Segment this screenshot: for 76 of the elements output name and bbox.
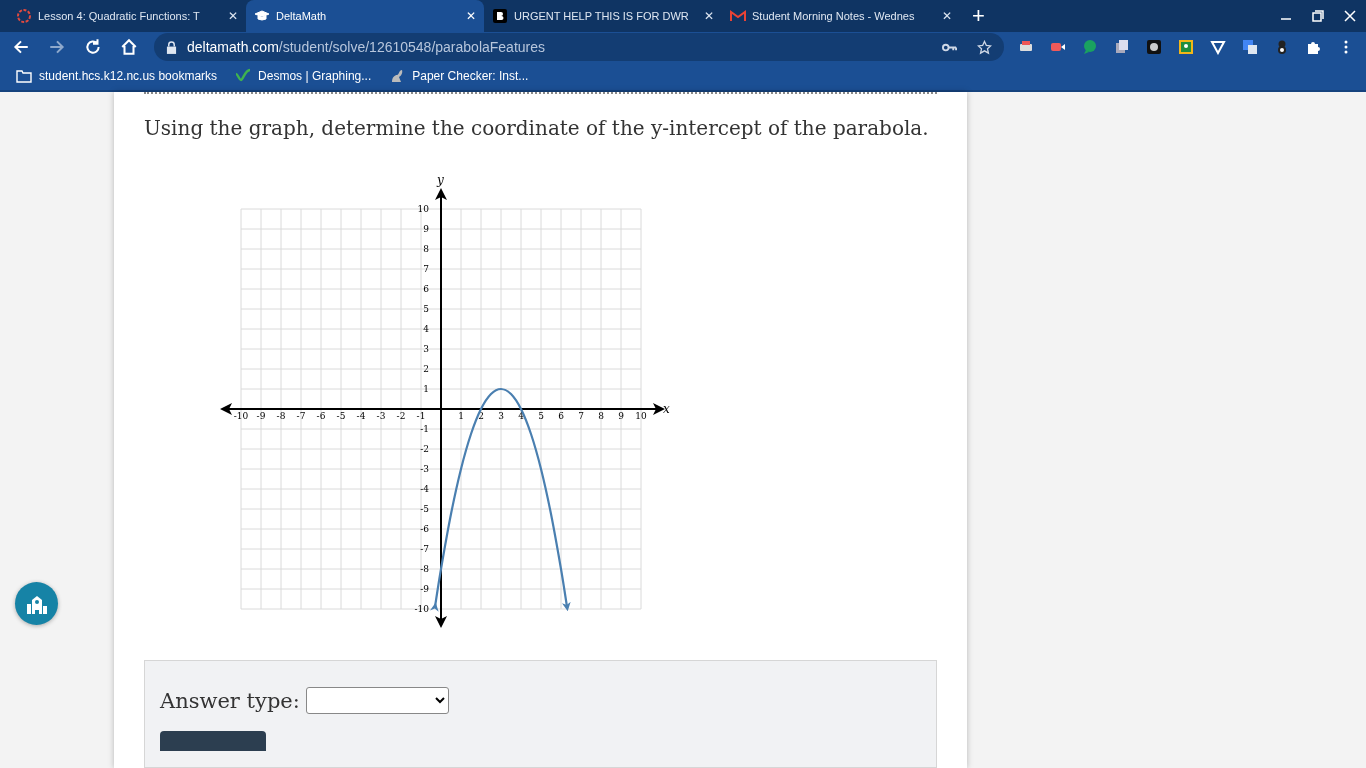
puzzle-icon[interactable] [1306, 39, 1322, 56]
letter-b-icon [492, 8, 508, 24]
x-tick-label: -4 [356, 411, 366, 421]
x-axis-label: x [663, 402, 670, 416]
lock-icon [166, 40, 177, 54]
y-tick-label: -8 [420, 564, 429, 574]
star-icon[interactable] [977, 39, 992, 55]
x-tick-label: 9 [618, 411, 624, 421]
x-tick-label: -2 [396, 411, 406, 421]
y-tick-label: 5 [423, 304, 429, 314]
y-tick-label: 2 [423, 364, 429, 374]
y-tick-label: 6 [423, 284, 429, 294]
home-icon[interactable] [120, 38, 138, 57]
x-tick-label: -5 [336, 411, 346, 421]
x-tick-label: 7 [578, 411, 584, 421]
new-tab-button[interactable]: + [972, 3, 985, 29]
close-tab-button[interactable]: ✕ [704, 9, 714, 23]
bookmark[interactable]: student.hcs.k12.nc.us bookmarks [16, 68, 218, 85]
x-tick-label: 10 [635, 411, 647, 421]
y-tick-label: 7 [423, 264, 429, 274]
x-tick-label: -1 [416, 411, 426, 421]
y-tick-label: -2 [420, 444, 429, 454]
answer-type-label: Answer type: [160, 688, 300, 713]
y-tick-label: -1 [420, 424, 429, 434]
close-tab-button[interactable]: ✕ [466, 9, 476, 23]
answer-type-dropdown[interactable] [305, 687, 449, 714]
bookmark[interactable]: Paper Checker: Inst... [389, 68, 529, 85]
image-icon[interactable] [1178, 39, 1194, 56]
question-text: Using the graph, determine the coordinate of the y-intercept of the parabola. [144, 116, 930, 140]
y-tick-label: 4 [423, 324, 429, 334]
x-tick-label: -7 [296, 411, 306, 421]
x-tick-label: 4 [518, 411, 524, 421]
y-tick-label: -7 [420, 544, 429, 554]
y-tick-label: -3 [420, 464, 429, 474]
x-tick-label: 8 [598, 411, 604, 421]
y-tick-label: 3 [423, 344, 429, 354]
mail-icon [730, 8, 746, 24]
graduation-cap-icon [254, 8, 270, 24]
browser-tab[interactable]: Student Morning Notes - Wednes ✕ [722, 0, 960, 32]
x-tick-label: -9 [256, 411, 266, 421]
x-tick-label: 6 [558, 411, 564, 421]
close-tab-button[interactable]: ✕ [942, 9, 952, 23]
y-tick-label: -10 [414, 604, 429, 614]
school-building-button[interactable] [15, 582, 58, 625]
y-tick-label: -5 [420, 504, 429, 514]
x-tick-label: -10 [233, 411, 249, 421]
browser-tab[interactable]: URGENT HELP THIS IS FOR DWR ✕ [484, 0, 722, 32]
copy-icon[interactable] [1114, 39, 1130, 56]
close-icon[interactable] [1344, 10, 1356, 22]
x-tick-label: -6 [316, 411, 326, 421]
y-tick-label: 9 [423, 224, 429, 234]
y-tick-label: -6 [420, 524, 429, 534]
y-tick-label: 1 [423, 384, 429, 394]
bookmark[interactable]: Desmos | Graphing... [235, 68, 372, 85]
translate-icon[interactable] [1242, 39, 1258, 56]
x-tick-label: -8 [276, 411, 286, 421]
close-tab-button[interactable]: ✕ [228, 9, 238, 23]
ring-icon [16, 8, 32, 24]
y-tick-label: 10 [417, 204, 429, 214]
y-tick-label: 8 [423, 244, 429, 254]
x-tick-label: -3 [376, 411, 386, 421]
y-tick-label: -9 [420, 584, 429, 594]
building-icon [25, 593, 48, 614]
x-tick-label: 5 [538, 411, 544, 421]
dark-square-icon[interactable] [1146, 39, 1162, 56]
x-tick-label: 3 [498, 411, 504, 421]
browser-tab[interactable]: DeltaMath ✕ [246, 0, 484, 32]
y-tick-label: -4 [420, 484, 429, 494]
restore-icon[interactable] [1312, 10, 1324, 22]
x-tick-label: 1 [458, 411, 464, 421]
browser-tab[interactable]: Lesson 4: Quadratic Functions: T ✕ [8, 0, 246, 32]
reload-icon[interactable] [84, 38, 102, 57]
speech-bubble-icon[interactable] [1082, 39, 1098, 56]
address-bar[interactable]: deltamath.com/student/solve/12610548/parabolaFeatures [154, 33, 1004, 62]
folder-icon [16, 68, 32, 85]
y-axis-label: y [437, 173, 444, 187]
